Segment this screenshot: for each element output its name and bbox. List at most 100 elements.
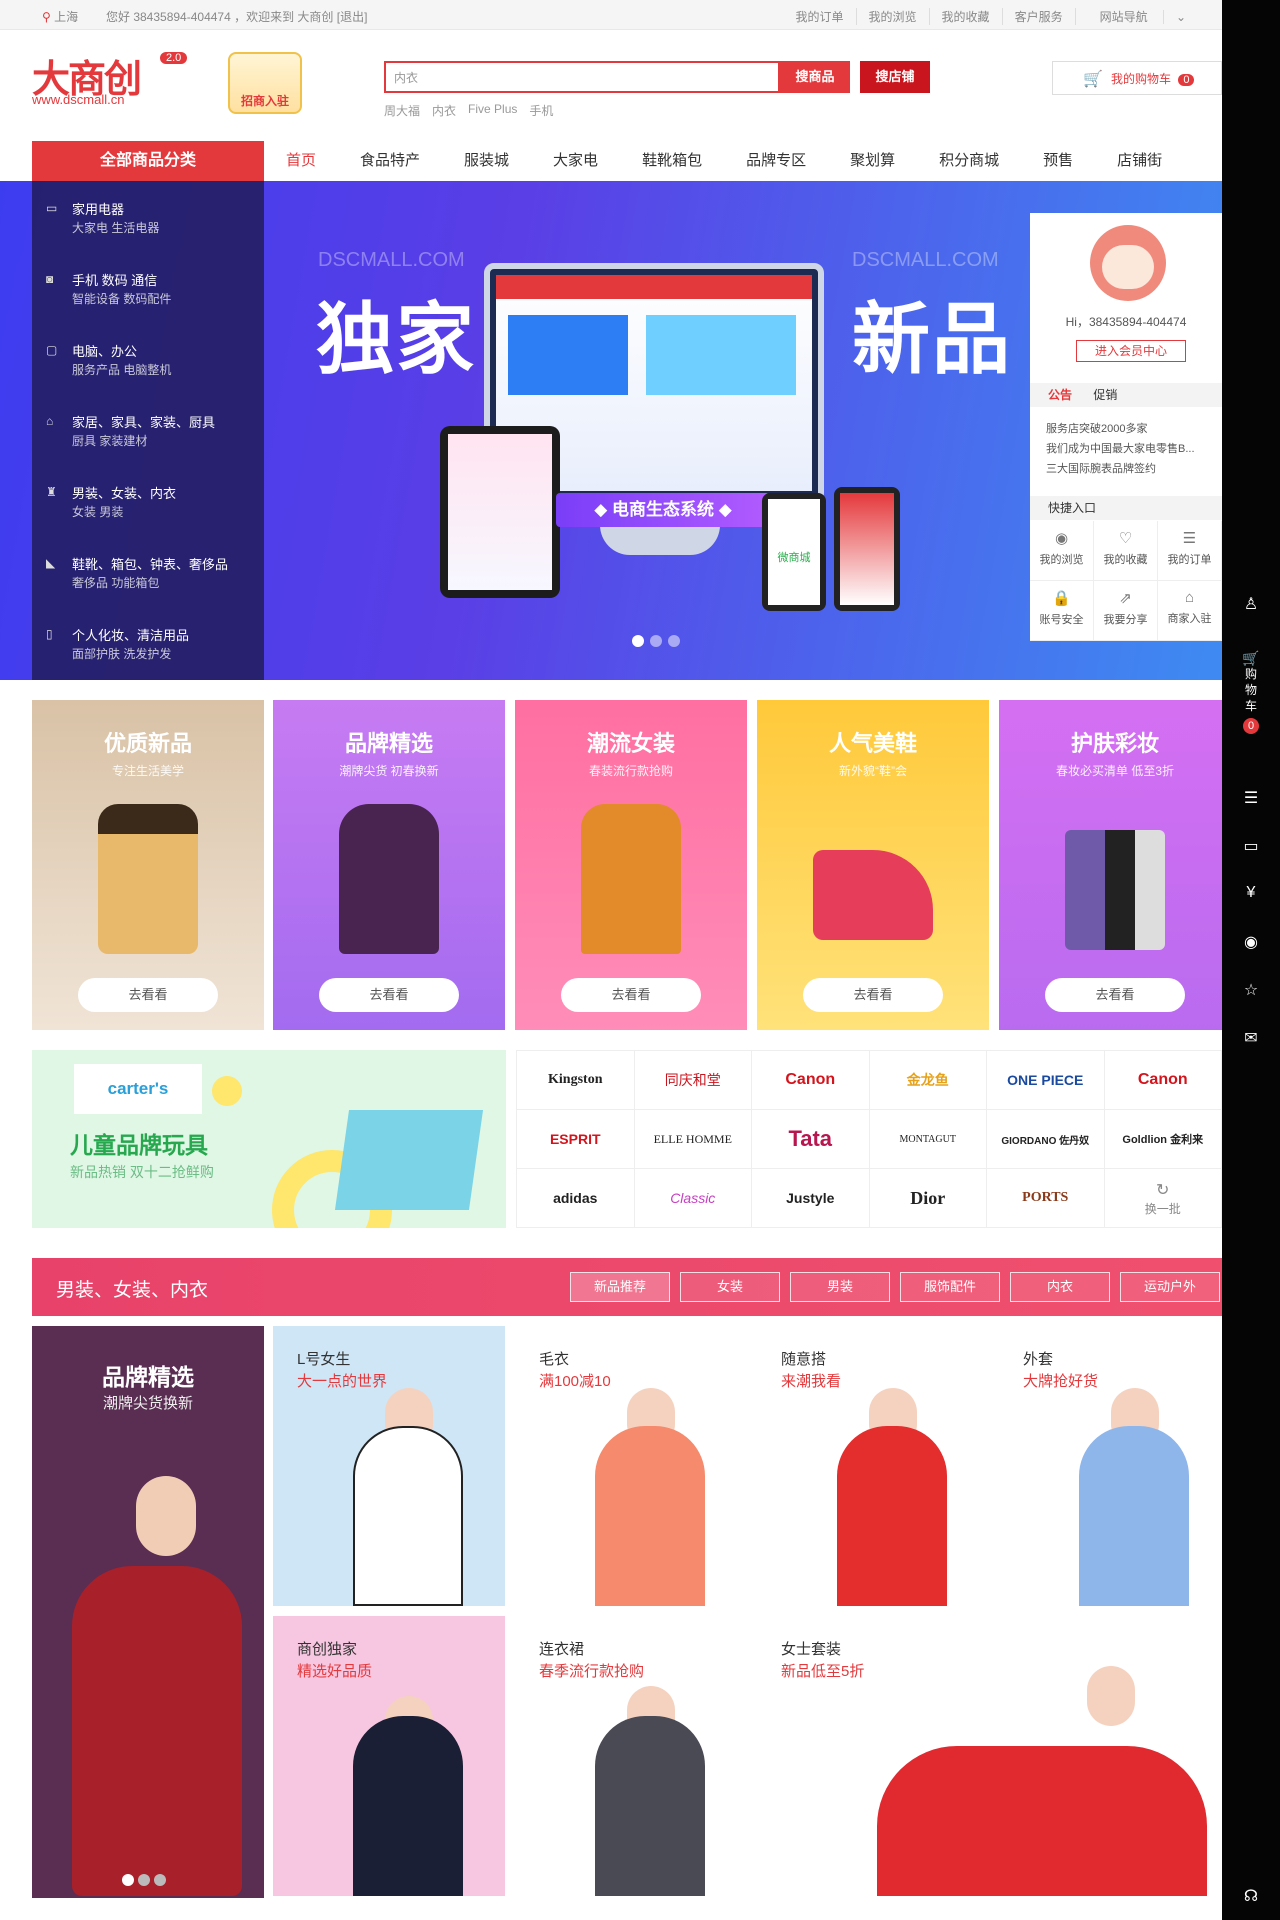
- customer-service-icon[interactable]: ☊: [1222, 1886, 1280, 1906]
- carousel-dot[interactable]: [122, 1874, 134, 1886]
- search-shop-button[interactable]: 搜店铺: [860, 61, 930, 93]
- tab-men[interactable]: 男装: [790, 1272, 890, 1302]
- nav-item-brands[interactable]: 品牌专区: [724, 141, 828, 181]
- carousel-dot[interactable]: [632, 635, 644, 647]
- quick-account-security[interactable]: 🔒 账号安全: [1030, 581, 1094, 641]
- carousel-dot[interactable]: [138, 1874, 150, 1886]
- nav-item-shoes-bags[interactable]: 鞋靴箱包: [620, 141, 724, 181]
- site-logo[interactable]: 大商创 2.0 www.dscmall.cn: [32, 48, 212, 118]
- my-favorites-link[interactable]: 我的收藏: [928, 8, 1002, 25]
- view-button[interactable]: 去看看: [803, 978, 943, 1012]
- brand-logo[interactable]: Tata: [752, 1110, 870, 1169]
- tab-women[interactable]: 女装: [680, 1272, 780, 1302]
- nav-item-shop-street[interactable]: 店铺街: [1095, 141, 1184, 181]
- brand-logo[interactable]: Classic: [634, 1169, 752, 1228]
- tab-underwear[interactable]: 内衣: [1010, 1272, 1110, 1302]
- brand-logo[interactable]: Canon: [752, 1051, 870, 1110]
- location-selector[interactable]: ⚲ 上海: [42, 8, 78, 25]
- promo-card[interactable]: 潮流女装 春装流行款抢购 去看看: [515, 700, 747, 1030]
- order-list-icon[interactable]: ☰: [1222, 788, 1280, 808]
- category-item[interactable]: ◣ 鞋靴、箱包、钟表、奢侈品 奢侈品 功能箱包: [32, 536, 264, 606]
- carousel-dot[interactable]: [650, 635, 662, 647]
- nav-item-home[interactable]: 首页: [264, 141, 338, 181]
- category-item[interactable]: ▭ 家用电器 大家电 生活电器: [32, 181, 264, 251]
- category-item[interactable]: ⌂ 家居、家具、家装、厨具 厨具 家装建材: [32, 394, 264, 464]
- nav-item-points-mall[interactable]: 积分商城: [917, 141, 1021, 181]
- hot-keyword[interactable]: 周大福: [384, 102, 420, 119]
- tab-new[interactable]: 新品推荐: [570, 1272, 670, 1302]
- product-tile[interactable]: 连衣裙 春季流行款抢购: [515, 1616, 747, 1896]
- tab-notice[interactable]: 公告: [1048, 388, 1072, 402]
- promo-card[interactable]: 护肤彩妆 春妆必买清单 低至3折 去看看: [999, 700, 1231, 1030]
- brand-logo[interactable]: Dior: [869, 1169, 987, 1228]
- product-tile[interactable]: 毛衣 满100减10: [515, 1326, 747, 1606]
- promo-card[interactable]: 人气美鞋 新外貌“鞋”会 去看看: [757, 700, 989, 1030]
- user-icon[interactable]: ♙: [1222, 594, 1280, 614]
- tab-sports[interactable]: 运动户外: [1120, 1272, 1220, 1302]
- sidebar-cart[interactable]: 🛒 购物车 0: [1222, 650, 1280, 734]
- nav-item-appliances[interactable]: 大家电: [531, 141, 620, 181]
- news-item[interactable]: 三大国际腕表品牌签约: [1046, 459, 1216, 479]
- carousel-dot[interactable]: [154, 1874, 166, 1886]
- brand-logo[interactable]: ONE PIECE: [987, 1051, 1105, 1110]
- news-item[interactable]: 我们成为中国最大家电零售B...: [1046, 439, 1216, 459]
- hot-keyword[interactable]: Five Plus: [468, 102, 517, 119]
- tab-accessories[interactable]: 服饰配件: [900, 1272, 1000, 1302]
- nav-item-food[interactable]: 食品特产: [338, 141, 442, 181]
- category-item[interactable]: ▯ 个人化妆、清洁用品 面部护肤 洗发护发: [32, 607, 264, 677]
- promo-card[interactable]: 品牌精选 潮牌尖货 初春换新 去看看: [273, 700, 505, 1030]
- eye-icon[interactable]: ◉: [1222, 932, 1280, 952]
- view-button[interactable]: 去看看: [319, 978, 459, 1012]
- all-categories-button[interactable]: 全部商品分类: [32, 141, 264, 181]
- category-item[interactable]: ♜ 男装、女装、内衣 女装 男装: [32, 465, 264, 535]
- brand-logo[interactable]: PORTS: [987, 1169, 1105, 1228]
- my-orders-link[interactable]: 我的订单: [784, 8, 856, 25]
- brand-logo[interactable]: Goldlion 金利来: [1104, 1110, 1222, 1169]
- view-button[interactable]: 去看看: [78, 978, 218, 1012]
- floor-brand-banner[interactable]: 品牌精选 潮牌尖货换新: [32, 1326, 264, 1898]
- merchant-join-banner[interactable]: 招商入驻: [228, 52, 302, 114]
- hot-keyword[interactable]: 内衣: [432, 102, 456, 119]
- news-item[interactable]: 服务店突破2000多家: [1046, 419, 1216, 439]
- quick-my-favorites[interactable]: ♡ 我的收藏: [1094, 521, 1158, 581]
- tab-promo[interactable]: 促销: [1093, 388, 1117, 402]
- product-tile[interactable]: 外套 大牌抢好货: [999, 1326, 1222, 1606]
- quick-my-orders[interactable]: ☰ 我的订单: [1158, 521, 1222, 581]
- product-tile[interactable]: 商创独家 精选好品质: [273, 1616, 505, 1896]
- customer-service-link[interactable]: 客户服务: [1001, 8, 1075, 25]
- coupon-icon[interactable]: ▭: [1222, 836, 1280, 856]
- promo-card[interactable]: 优质新品 专注生活美学 去看看: [32, 700, 264, 1030]
- quick-my-browsing[interactable]: ◉ 我的浏览: [1030, 521, 1094, 581]
- brand-logo[interactable]: 金龙鱼: [869, 1051, 987, 1110]
- category-item[interactable]: ▢ 电脑、办公 服务产品 电脑整机: [32, 323, 264, 393]
- nav-item-clothing[interactable]: 服装城: [442, 141, 531, 181]
- brand-logo[interactable]: Justyle: [752, 1169, 870, 1228]
- category-item[interactable]: ◙ 手机 数码 通信 智能设备 数码配件: [32, 252, 264, 322]
- product-tile[interactable]: 女士套装 新品低至5折: [757, 1616, 1222, 1896]
- brand-logo[interactable]: Canon: [1104, 1051, 1222, 1110]
- brand-logo[interactable]: ESPRIT: [517, 1110, 635, 1169]
- view-button[interactable]: 去看看: [561, 978, 701, 1012]
- search-goods-button[interactable]: 搜商品: [780, 61, 850, 93]
- brand-logo[interactable]: ELLE HOMME: [634, 1110, 752, 1169]
- member-center-button[interactable]: 进入会员中心: [1076, 340, 1186, 362]
- star-icon[interactable]: ☆: [1222, 980, 1280, 1000]
- quick-merchant-join[interactable]: ⌂ 商家入驻: [1158, 581, 1222, 641]
- nav-item-group-buy[interactable]: 聚划算: [828, 141, 917, 181]
- carousel-dot[interactable]: [668, 635, 680, 647]
- my-browsing-link[interactable]: 我的浏览: [855, 8, 929, 25]
- view-button[interactable]: 去看看: [1045, 978, 1185, 1012]
- avatar[interactable]: [1090, 225, 1166, 301]
- quick-share[interactable]: ⇗ 我要分享: [1094, 581, 1158, 641]
- mail-icon[interactable]: ✉: [1222, 1028, 1280, 1048]
- refresh-brands-button[interactable]: ↻ 换一批: [1104, 1169, 1222, 1228]
- kids-toys-banner[interactable]: carter's 儿童品牌玩具 新品热销 双十二抢鲜购: [32, 1050, 506, 1228]
- product-tile[interactable]: 随意搭 来潮我看: [757, 1326, 989, 1606]
- product-tile[interactable]: L号女生 大一点的世界: [273, 1326, 505, 1606]
- search-input[interactable]: 内衣: [384, 61, 780, 93]
- nav-item-presale[interactable]: 预售: [1021, 141, 1095, 181]
- yen-icon[interactable]: ¥: [1222, 884, 1280, 902]
- brand-logo[interactable]: adidas: [517, 1169, 635, 1228]
- brand-logo[interactable]: 同庆和堂: [634, 1051, 752, 1110]
- hot-keyword[interactable]: 手机: [529, 102, 553, 119]
